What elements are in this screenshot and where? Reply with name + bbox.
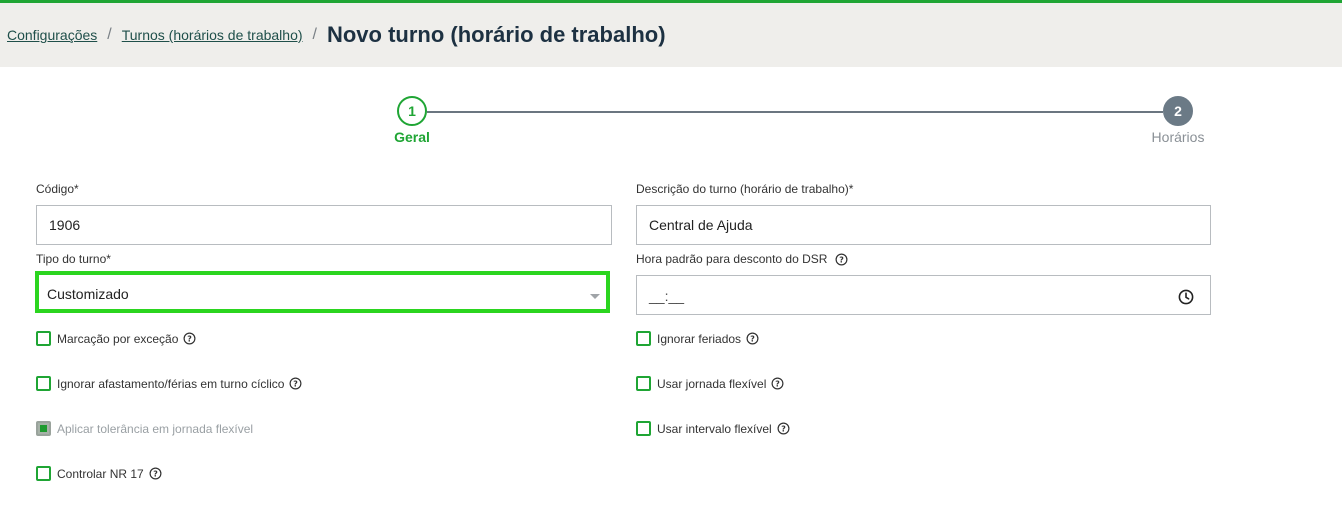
checkbox-ignorar-afastamento[interactable]: Ignorar afastamento/férias em turno cícl… [36,376,302,391]
checkbox-label: Controlar NR 17 [57,466,144,481]
step-geral[interactable]: 1 Geral [382,96,442,145]
checkbox-box[interactable] [36,331,51,346]
checkbox-usar-jornada-flexivel[interactable]: Usar jornada flexível ? [636,376,784,391]
svg-text:?: ? [153,469,158,478]
question-circle-icon[interactable]: ? [289,377,302,390]
checkbox-ignorar-feriados[interactable]: Ignorar feriados ? [636,331,759,346]
checkbox-marcacao-excecao[interactable]: Marcação por exceção ? [36,331,196,346]
tipo-turno-select[interactable]: Customizado [35,271,610,313]
tipo-turno-value: Customizado [47,286,129,302]
checkbox-box [36,421,51,436]
breadcrumb-link-turnos[interactable]: Turnos (horários de trabalho) [122,27,303,43]
checkbox-label: Usar intervalo flexível [657,421,772,436]
step-number: 2 [1163,96,1193,126]
question-circle-icon[interactable]: ? [746,332,759,345]
checkbox-label: Aplicar tolerância em jornada flexível [57,421,254,436]
checkbox-label: Ignorar feriados [657,331,742,346]
question-circle-icon[interactable]: ? [777,422,790,435]
codigo-input[interactable] [36,205,612,245]
checkbox-usar-intervalo-flexivel[interactable]: Usar intervalo flexível ? [636,421,790,436]
tipo-turno-label: Tipo do turno* [36,252,111,266]
clock-icon[interactable] [1178,289,1194,305]
svg-text:?: ? [188,334,193,343]
checkbox-box[interactable] [36,466,51,481]
step-label: Geral [394,129,430,145]
question-circle-icon[interactable]: ? [183,332,196,345]
checkbox-controlar-nr17[interactable]: Controlar NR 17 ? [36,466,162,481]
checkbox-label: Marcação por exceção [57,331,179,346]
hora-dsr-input[interactable]: __:__ [636,275,1211,315]
breadcrumb: Configurações / Turnos (horários de trab… [7,3,666,67]
question-circle-icon[interactable]: ? [149,467,162,480]
question-circle-icon[interactable]: ? [771,377,784,390]
svg-text:?: ? [750,334,755,343]
hora-dsr-value: __:__ [649,288,685,304]
breadcrumb-separator: / [107,26,112,43]
svg-text:?: ? [294,379,299,388]
breadcrumb-link-configuracoes[interactable]: Configurações [7,27,97,43]
checkbox-box[interactable] [636,421,651,436]
descricao-label: Descrição do turno (horário de trabalho)… [636,182,854,196]
caret-down-icon [590,294,600,299]
checkbox-box[interactable] [36,376,51,391]
checkbox-aplicar-tolerancia: Aplicar tolerância em jornada flexível [36,421,253,436]
svg-text:?: ? [840,255,845,264]
hora-dsr-label-row: Hora padrão para desconto do DSR ? [636,252,848,266]
svg-text:?: ? [781,424,786,433]
page-header: Configurações / Turnos (horários de trab… [0,3,1342,67]
codigo-label: Código* [36,182,79,196]
stepper-connector [427,111,1163,113]
checkbox-label: Usar jornada flexível [657,376,767,391]
breadcrumb-separator: / [312,26,317,43]
page-title: Novo turno (horário de trabalho) [326,22,666,47]
descricao-input[interactable] [636,205,1211,245]
svg-text:?: ? [776,379,781,388]
checkbox-box[interactable] [636,376,651,391]
step-horarios[interactable]: 2 Horários [1138,96,1218,145]
question-circle-icon[interactable]: ? [835,253,848,266]
step-number: 1 [397,96,427,126]
checkbox-box[interactable] [636,331,651,346]
step-label: Horários [1151,129,1205,145]
hora-dsr-label: Hora padrão para desconto do DSR [636,252,828,266]
checkbox-label: Ignorar afastamento/férias em turno cícl… [57,376,285,391]
